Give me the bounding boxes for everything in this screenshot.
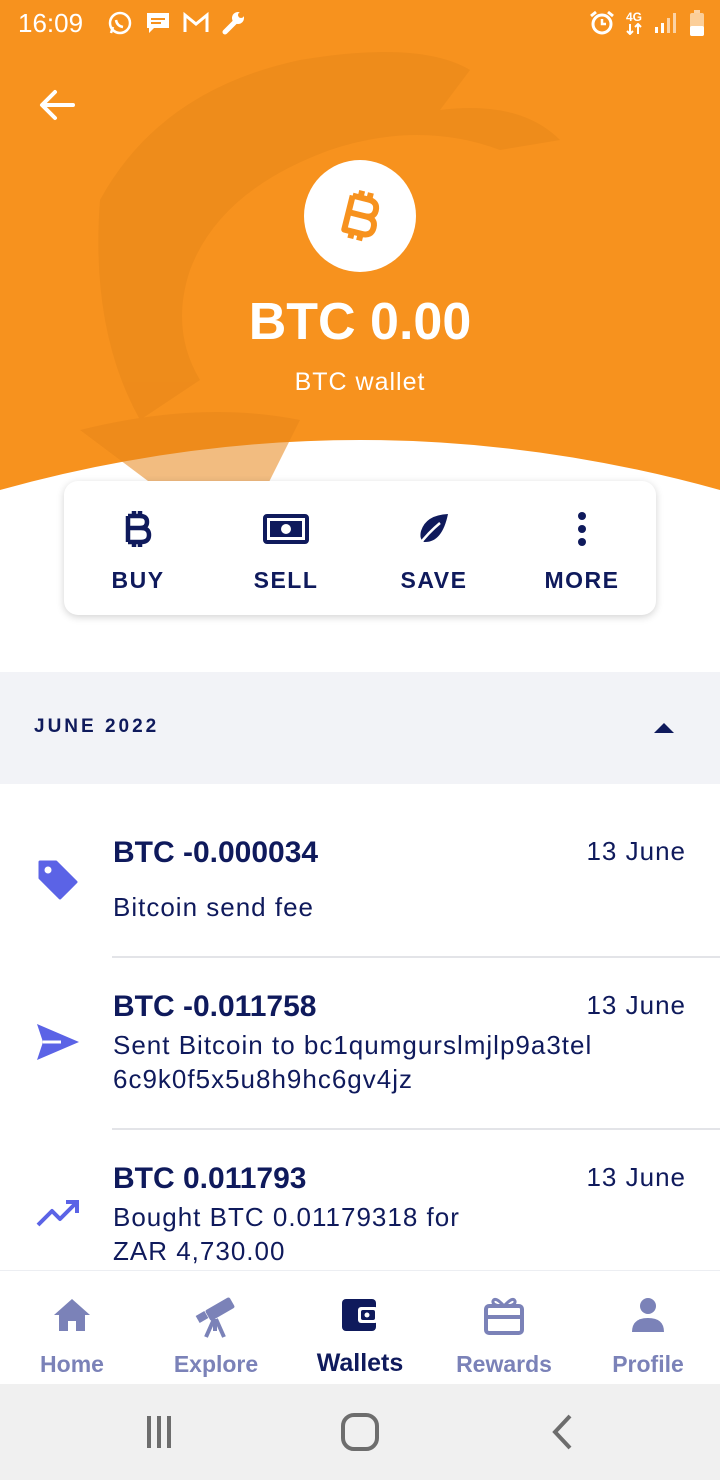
- nav-explore[interactable]: Explore: [144, 1271, 288, 1384]
- system-navigation-bar: [0, 1384, 720, 1480]
- status-bar: 16:09 4G: [0, 0, 720, 50]
- status-time: 16:09: [18, 8, 84, 38]
- nav-explore-label: Explore: [173, 1351, 259, 1377]
- buy-button[interactable]: BUY: [64, 481, 212, 615]
- more-label: MORE: [544, 567, 620, 593]
- recent-apps-button[interactable]: [137, 1410, 181, 1454]
- sell-label: SELL: [253, 567, 319, 593]
- wallet-actions-card: BUY SELL SAVE MORE: [64, 481, 656, 615]
- save-label: SAVE: [400, 567, 468, 593]
- wallet-label: BTC wallet: [294, 368, 426, 396]
- transaction-date: 13 June: [586, 1162, 686, 1192]
- chevron-left-icon: [552, 1414, 572, 1450]
- nav-profile-label: Profile: [612, 1351, 684, 1377]
- nav-home-label: Home: [40, 1351, 104, 1377]
- transaction-amount: BTC -0.011758: [113, 990, 317, 1023]
- month-section-header[interactable]: JUNE 2022: [0, 672, 720, 784]
- battery-icon: [688, 9, 706, 37]
- tag-icon: [34, 856, 82, 904]
- home-system-button[interactable]: [338, 1410, 382, 1454]
- wallet-icon: [340, 1293, 380, 1337]
- nav-wallets-label: Wallets: [316, 1349, 404, 1377]
- transaction-amount: BTC 0.011793: [113, 1162, 307, 1195]
- bitcoin-icon: [341, 190, 380, 242]
- wallet-balance: BTC 0.00: [248, 293, 472, 351]
- banknote-icon: [263, 509, 309, 549]
- arrow-left-icon: [40, 90, 75, 120]
- transaction-row[interactable]: BTC -0.000034 13 June Bitcoin send fee: [0, 784, 720, 956]
- transaction-row[interactable]: BTC 0.011793 13 June Bought BTC 0.011793…: [0, 1130, 720, 1270]
- nav-home[interactable]: Home: [0, 1271, 144, 1384]
- wallet-header: 16:09 4G BTC 0.00 BTC wallet: [0, 0, 720, 520]
- recent-apps-icon: [147, 1416, 171, 1448]
- btc-coin-logo: [304, 160, 416, 272]
- transaction-amount: BTC -0.000034: [113, 836, 319, 869]
- telescope-icon: [192, 1293, 240, 1338]
- home-icon: [52, 1293, 92, 1337]
- transaction-description-line2: 6c9k0f5x5u8h9hc6gv4jz: [113, 1064, 413, 1094]
- transaction-date: 13 June: [586, 836, 686, 866]
- save-button[interactable]: SAVE: [360, 481, 508, 615]
- buy-label: BUY: [111, 567, 165, 593]
- nav-rewards-label: Rewards: [456, 1351, 552, 1377]
- nav-rewards[interactable]: Rewards: [432, 1271, 576, 1384]
- home-circle-icon: [341, 1413, 379, 1451]
- leaf-icon: [416, 509, 452, 549]
- person-icon: [630, 1293, 666, 1337]
- gift-icon: [483, 1293, 525, 1337]
- transaction-description-line1: Sent Bitcoin to bc1qumgurslmjlp9a3tel: [113, 1030, 593, 1060]
- signal-icon: [652, 9, 680, 37]
- transaction-row[interactable]: BTC -0.011758 13 June Sent Bitcoin to bc…: [0, 958, 720, 1128]
- network-4g-icon: 4G: [624, 9, 644, 37]
- transaction-description: Bitcoin send fee: [113, 892, 315, 922]
- bitcoin-icon: [123, 509, 153, 549]
- month-label: JUNE 2022: [34, 716, 160, 737]
- back-system-button[interactable]: [540, 1410, 584, 1454]
- transaction-description-line2: ZAR 4,730.00: [113, 1236, 286, 1266]
- back-button[interactable]: [32, 80, 82, 130]
- sell-button[interactable]: SELL: [212, 481, 360, 615]
- send-icon: [34, 1018, 82, 1066]
- wrench-icon: [220, 9, 248, 37]
- message-icon: [144, 9, 172, 37]
- trending-up-icon: [34, 1190, 82, 1238]
- bottom-navigation: Home Explore Wallets Rewards Profile: [0, 1270, 720, 1384]
- gmail-icon: [182, 9, 210, 37]
- whatsapp-icon: [106, 9, 134, 37]
- caret-up-icon: [654, 723, 674, 733]
- alarm-icon: [588, 9, 616, 37]
- nav-wallets[interactable]: Wallets: [288, 1271, 432, 1384]
- transaction-date: 13 June: [586, 990, 686, 1020]
- nav-profile[interactable]: Profile: [576, 1271, 720, 1384]
- more-button[interactable]: MORE: [508, 481, 656, 615]
- collapse-button[interactable]: [648, 716, 680, 740]
- more-vertical-icon: [576, 509, 588, 549]
- transaction-description-line1: Bought BTC 0.01179318 for: [113, 1202, 460, 1232]
